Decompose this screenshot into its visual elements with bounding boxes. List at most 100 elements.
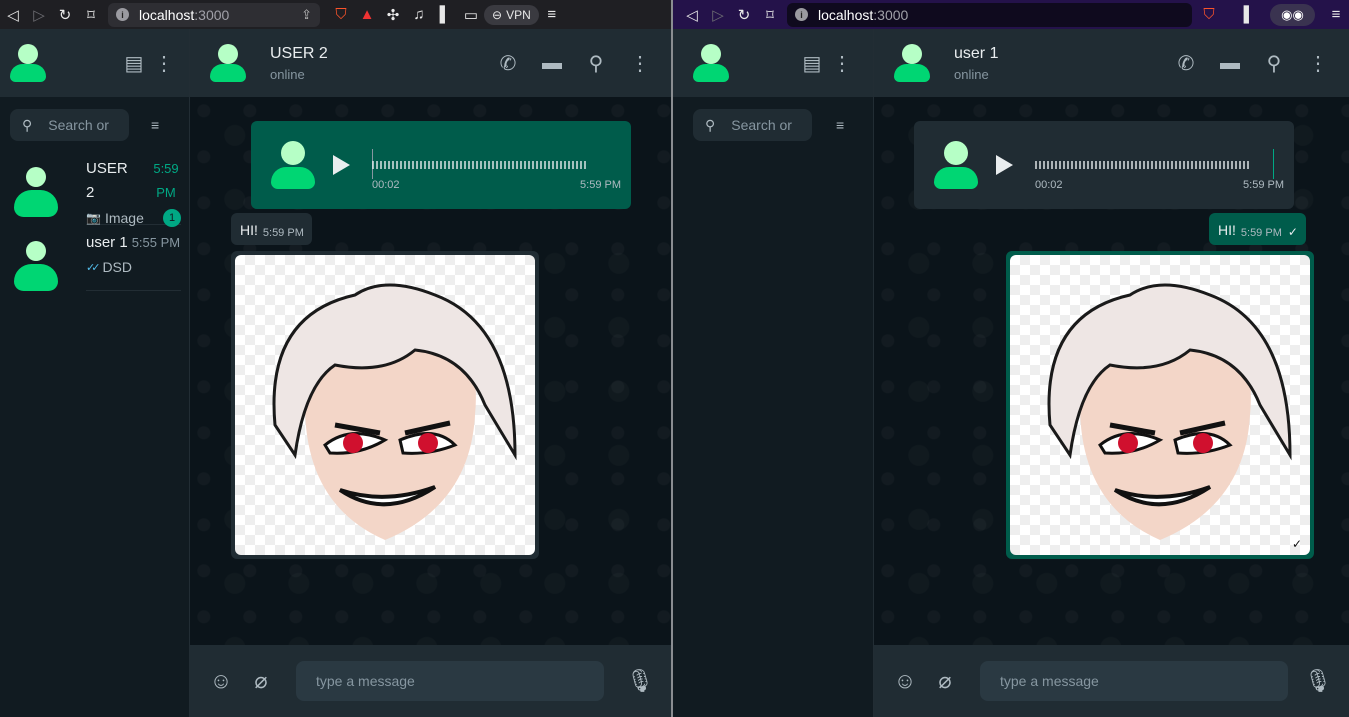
forward-icon[interactable]: ▷: [26, 0, 52, 29]
image-message[interactable]: [231, 251, 539, 559]
brave-shield-icon[interactable]: ⛉: [1196, 0, 1222, 29]
waveform-bars: [372, 161, 586, 169]
contact-avatar[interactable]: [210, 44, 246, 82]
sender-avatar: [934, 141, 978, 189]
attach-icon[interactable]: ⌀: [930, 666, 960, 696]
more-options-icon[interactable]: ⋮: [149, 48, 179, 78]
filter-icon[interactable]: ≡: [151, 117, 159, 133]
text-message: HI! 5:59 PM: [231, 213, 312, 245]
address-bar[interactable]: i localhost:3000 ⇪: [108, 2, 320, 27]
vpn-icon: ⊖: [492, 7, 503, 22]
url-port: :3000: [873, 6, 909, 23]
brave-rewards-icon[interactable]: ▲: [354, 0, 380, 29]
last-message-preview: DSD: [102, 259, 132, 275]
back-icon[interactable]: ◁: [679, 0, 705, 29]
sidebar-header: ▤ ⋮: [673, 29, 873, 97]
brave-shield-icon[interactable]: ⛉: [328, 0, 354, 29]
camera-icon: 📷: [86, 211, 101, 225]
message-text: HI!: [1218, 222, 1236, 238]
left-browser-window: ◁ ▷ ↻ ⌑ i localhost:3000 ⇪ ⛉ ▲ ✣ ♫ ▌ ▭ ⊖…: [0, 0, 671, 717]
forward-icon[interactable]: ▷: [705, 0, 731, 29]
video-call-icon[interactable]: ▬: [537, 48, 567, 78]
last-message-time: 5:55 PM: [131, 235, 181, 250]
contact-avatar[interactable]: [894, 44, 930, 82]
browser-toolbar: ◁ ▷ ↻ ⌑ i localhost:3000 ⇪ ⛉ ▲ ✣ ♫ ▌ ▭ ⊖…: [0, 0, 671, 29]
bookmark-icon[interactable]: ⌑: [78, 0, 104, 29]
chat-list-item[interactable]: user 1 5:55 PM ✓✓ DSD: [0, 227, 189, 301]
microphone-icon[interactable]: 🎙: [1303, 666, 1333, 696]
image-message[interactable]: ✓: [1006, 251, 1314, 559]
my-avatar[interactable]: [693, 44, 729, 82]
share-icon[interactable]: ⇪: [301, 7, 312, 23]
sticker-image[interactable]: [235, 255, 535, 555]
menu-icon[interactable]: ≡: [1323, 0, 1349, 29]
anime-face-image: [272, 283, 517, 540]
message-input[interactable]: [980, 661, 1288, 701]
sidebar-toggle-icon[interactable]: ▌: [432, 0, 458, 29]
reload-icon[interactable]: ↻: [52, 0, 78, 29]
site-info-icon[interactable]: i: [116, 8, 129, 21]
extensions-icon[interactable]: ✣: [380, 0, 406, 29]
more-options-icon[interactable]: ⋮: [625, 48, 655, 78]
search-icon: ⚲: [705, 116, 716, 133]
attach-icon[interactable]: ⌀: [246, 666, 276, 696]
voice-call-icon[interactable]: ✆: [1171, 48, 1201, 78]
message-time: 5:59 PM: [262, 227, 304, 239]
playback-cursor: [1273, 149, 1274, 179]
microphone-icon[interactable]: 🎙: [625, 666, 655, 696]
play-icon[interactable]: [996, 155, 1013, 175]
search-row: ⚲ Search or ≡: [673, 97, 873, 153]
browser-toolbar: ◁ ▷ ↻ ⌑ i localhost:3000 ⛉ ▌ ◉◉ ≡: [673, 0, 1349, 29]
last-message-preview: Image: [104, 210, 144, 226]
contact-name: USER 2: [270, 44, 328, 62]
search-box[interactable]: ⚲ Search or: [10, 109, 129, 141]
voice-call-icon[interactable]: ✆: [493, 48, 523, 78]
sidebar-header: ▤ ⋮: [0, 29, 189, 97]
sender-avatar: [271, 141, 315, 189]
conversation-header[interactable]: user 1 online ✆ ▬ ⚲ ⋮: [874, 29, 1349, 97]
filter-icon[interactable]: ≡: [836, 117, 844, 133]
audio-waveform[interactable]: 00:02 5:59 PM: [1035, 135, 1284, 195]
message-input[interactable]: [296, 661, 604, 701]
site-info-icon[interactable]: i: [795, 8, 808, 21]
emoji-icon[interactable]: ☺: [206, 666, 236, 696]
video-call-icon[interactable]: ▬: [1215, 48, 1245, 78]
new-chat-icon[interactable]: ▤: [797, 48, 827, 78]
reload-icon[interactable]: ↻: [731, 0, 757, 29]
vpn-button[interactable]: ⊖ VPN: [484, 4, 539, 25]
media-icon[interactable]: ♫: [406, 0, 432, 29]
message-text: HI!: [240, 222, 258, 238]
double-check-icon: ✓✓: [86, 261, 101, 274]
new-chat-icon[interactable]: ▤: [119, 48, 149, 78]
conversation-header[interactable]: USER 2 online ✆ ▬ ⚲ ⋮: [190, 29, 671, 97]
single-check-icon: ✓: [1287, 225, 1298, 239]
search-icon: ⚲: [22, 116, 33, 133]
audio-duration: 00:02: [1035, 179, 1063, 191]
single-check-icon: ✓: [1291, 537, 1302, 551]
contact-status: online: [954, 66, 989, 82]
more-options-icon[interactable]: ⋮: [1303, 48, 1333, 78]
bookmark-icon[interactable]: ⌑: [757, 0, 783, 29]
menu-icon[interactable]: ≡: [539, 0, 565, 29]
audio-waveform[interactable]: 00:02 5:59 PM: [372, 135, 621, 195]
play-icon[interactable]: [333, 155, 350, 175]
audio-message: 00:02 5:59 PM: [251, 121, 631, 209]
my-avatar[interactable]: [10, 44, 46, 82]
message-time: 5:59 PM: [1243, 179, 1284, 191]
search-box[interactable]: ⚲ Search or: [693, 109, 812, 141]
search-placeholder: Search or: [731, 117, 792, 133]
back-icon[interactable]: ◁: [0, 0, 26, 29]
message-composer: ☺ ⌀ 🎙: [190, 645, 671, 717]
message-time: 5:59 PM: [580, 179, 621, 191]
search-icon[interactable]: ⚲: [1259, 48, 1289, 78]
emoji-icon[interactable]: ☺: [890, 666, 920, 696]
chat-list-item[interactable]: USER 2 5:59 PM 📷 Image 1: [0, 153, 189, 227]
sidebar-toggle-icon[interactable]: ▌: [1236, 0, 1262, 29]
more-options-icon[interactable]: ⋮: [827, 48, 857, 78]
address-bar[interactable]: i localhost:3000: [787, 2, 1192, 27]
url-host: localhost: [139, 6, 195, 23]
sticker-image[interactable]: ✓: [1010, 255, 1310, 555]
unread-badge: 1: [163, 209, 181, 227]
wallet-icon[interactable]: ▭: [458, 0, 484, 29]
search-icon[interactable]: ⚲: [581, 48, 611, 78]
